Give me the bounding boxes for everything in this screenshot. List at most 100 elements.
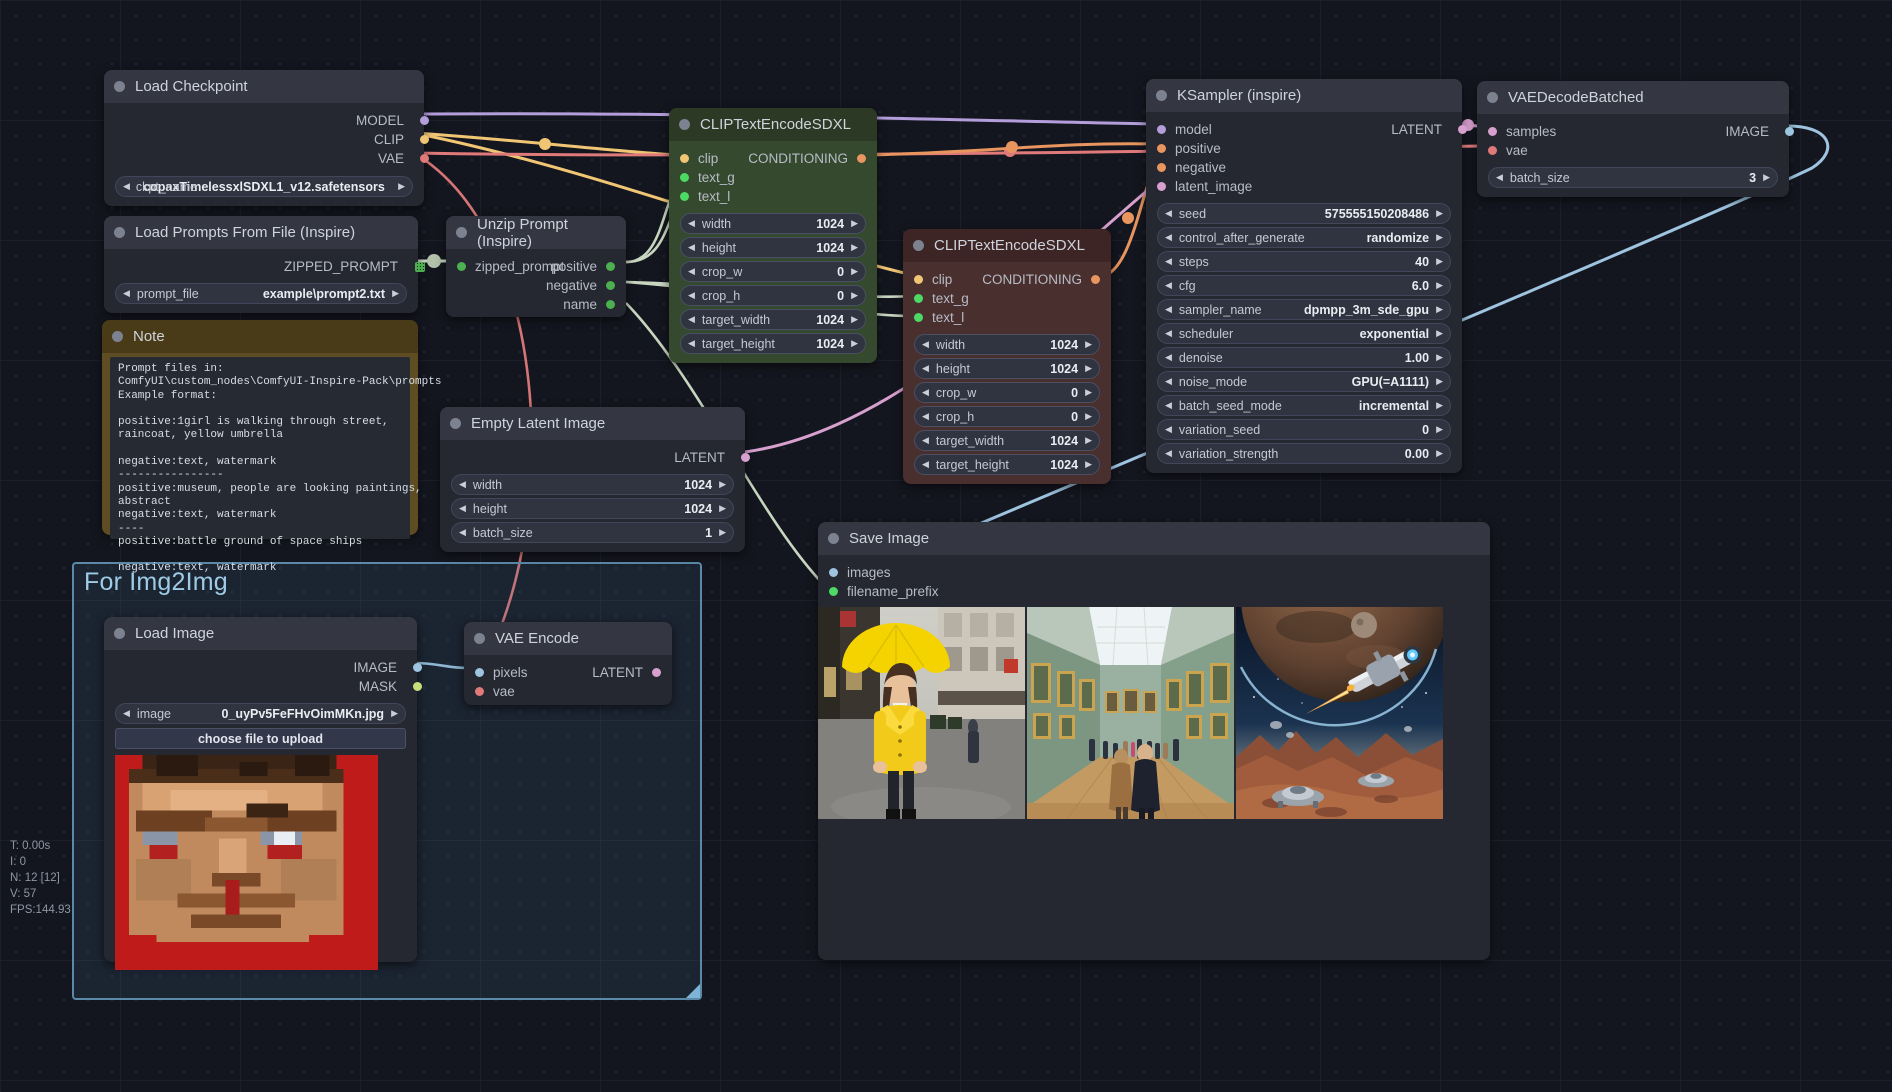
increment-arrow-icon[interactable]: ▶ <box>392 289 399 298</box>
decrement-arrow-icon[interactable]: ◀ <box>1165 377 1172 386</box>
widget-batch-size[interactable]: ◀ batch_size 3 ▶ <box>1488 167 1778 188</box>
decrement-arrow-icon[interactable]: ◀ <box>1165 329 1172 338</box>
decrement-arrow-icon[interactable]: ◀ <box>1165 449 1172 458</box>
widget-width[interactable]: ◀ width 1024 ▶ <box>680 213 866 234</box>
node-header[interactable]: CLIPTextEncodeSDXL <box>903 229 1111 262</box>
node-unzip-prompt[interactable]: Unzip Prompt (Inspire) zipped_prompt pos… <box>446 216 626 317</box>
increment-arrow-icon[interactable]: ▶ <box>391 709 398 718</box>
output-socket-conditioning[interactable] <box>857 154 866 163</box>
increment-arrow-icon[interactable]: ▶ <box>1763 173 1770 182</box>
output-socket-conditioning[interactable] <box>1091 275 1100 284</box>
node-save-image[interactable]: Save Image images filename_prefix <box>818 522 1490 960</box>
input-socket-text-g[interactable] <box>680 173 689 182</box>
widget-target-height[interactable]: ◀ target_height 1024 ▶ <box>680 333 866 354</box>
collapse-dot-icon[interactable] <box>1156 90 1167 101</box>
increment-arrow-icon[interactable]: ▶ <box>1436 257 1443 266</box>
input-socket-vae[interactable] <box>475 687 484 696</box>
output-socket-model[interactable] <box>420 116 429 125</box>
increment-arrow-icon[interactable]: ▶ <box>851 267 858 276</box>
increment-arrow-icon[interactable]: ▶ <box>851 243 858 252</box>
decrement-arrow-icon[interactable]: ◀ <box>922 388 929 397</box>
collapse-dot-icon[interactable] <box>828 533 839 544</box>
increment-arrow-icon[interactable]: ▶ <box>719 504 726 513</box>
node-clip-text-encode-sdxl-positive[interactable]: CLIPTextEncodeSDXL clip CONDITIONING tex… <box>669 108 877 363</box>
collapse-dot-icon[interactable] <box>114 81 125 92</box>
widget-variation-strength[interactable]: ◀ variation_strength 0.00 ▶ <box>1157 443 1451 464</box>
input-socket-filename-prefix[interactable] <box>829 587 838 596</box>
decrement-arrow-icon[interactable]: ◀ <box>922 340 929 349</box>
decrement-arrow-icon[interactable]: ◀ <box>123 709 130 718</box>
decrement-arrow-icon[interactable]: ◀ <box>1165 281 1172 290</box>
increment-arrow-icon[interactable]: ▶ <box>851 291 858 300</box>
image-preview-1[interactable] <box>818 607 1025 819</box>
widget-noise-mode[interactable]: ◀ noise_mode GPU(=A1111) ▶ <box>1157 371 1451 392</box>
increment-arrow-icon[interactable]: ▶ <box>1085 412 1092 421</box>
node-load-prompts-from-file[interactable]: Load Prompts From File (Inspire) ZIPPED_… <box>104 216 425 313</box>
increment-arrow-icon[interactable]: ▶ <box>719 528 726 537</box>
input-socket-zipped-prompt[interactable] <box>457 262 466 271</box>
note-textarea[interactable]: Prompt files in: ComfyUI\custom_nodes\Co… <box>110 357 441 574</box>
widget-height[interactable]: ◀ height 1024 ▶ <box>680 237 866 258</box>
node-load-image[interactable]: Load Image IMAGE MASK ◀ image 0_uyPv5FeF… <box>104 617 422 970</box>
node-header[interactable]: VAE Encode <box>464 622 672 655</box>
image-preview-3[interactable] <box>1236 607 1443 819</box>
collapse-dot-icon[interactable] <box>112 331 123 342</box>
increment-arrow-icon[interactable]: ▶ <box>719 480 726 489</box>
widget-batch-size[interactable]: ◀ batch_size 1 ▶ <box>451 522 734 543</box>
increment-arrow-icon[interactable]: ▶ <box>1436 329 1443 338</box>
node-header[interactable]: KSampler (inspire) <box>1146 79 1462 112</box>
collapse-dot-icon[interactable] <box>474 633 485 644</box>
node-header[interactable]: Load Image <box>104 617 417 650</box>
output-socket-vae[interactable] <box>420 154 429 163</box>
input-socket-model[interactable] <box>1157 125 1166 134</box>
widget-ckpt-name[interactable]: ◀ ckpt_name copaxTimelessxlSDXL1_v12.saf… <box>115 176 413 197</box>
collapse-dot-icon[interactable] <box>679 119 690 130</box>
input-socket-text-l[interactable] <box>914 313 923 322</box>
widget-prompt-file[interactable]: ◀ prompt_file example\prompt2.txt ▶ <box>115 283 407 304</box>
output-socket-clip[interactable] <box>420 135 429 144</box>
widget-crop-h[interactable]: ◀ crop_h 0 ▶ <box>680 285 866 306</box>
decrement-arrow-icon[interactable]: ◀ <box>922 412 929 421</box>
node-note[interactable]: Note Prompt files in: ComfyUI\custom_nod… <box>102 320 441 574</box>
decrement-arrow-icon[interactable]: ◀ <box>1165 209 1172 218</box>
widget-cfg[interactable]: ◀ cfg 6.0 ▶ <box>1157 275 1451 296</box>
widget-target-width[interactable]: ◀ target_width 1024 ▶ <box>680 309 866 330</box>
increment-arrow-icon[interactable]: ▶ <box>1436 281 1443 290</box>
decrement-arrow-icon[interactable]: ◀ <box>688 219 695 228</box>
widget-control-after-generate[interactable]: ◀ control_after_generate randomize ▶ <box>1157 227 1451 248</box>
input-socket-text-l[interactable] <box>680 192 689 201</box>
increment-arrow-icon[interactable]: ▶ <box>1085 436 1092 445</box>
node-header[interactable]: Save Image <box>818 522 1490 555</box>
node-header[interactable]: Note <box>102 320 418 353</box>
decrement-arrow-icon[interactable]: ◀ <box>123 289 130 298</box>
widget-seed[interactable]: ◀ seed 575555150208486 ▶ <box>1157 203 1451 224</box>
decrement-arrow-icon[interactable]: ◀ <box>922 460 929 469</box>
input-socket-images[interactable] <box>829 568 838 577</box>
input-socket-pixels[interactable] <box>475 668 484 677</box>
collapse-dot-icon[interactable] <box>114 227 125 238</box>
input-socket-vae[interactable] <box>1488 146 1497 155</box>
increment-arrow-icon[interactable]: ▶ <box>851 339 858 348</box>
decrement-arrow-icon[interactable]: ◀ <box>459 480 466 489</box>
increment-arrow-icon[interactable]: ▶ <box>1436 305 1443 314</box>
decrement-arrow-icon[interactable]: ◀ <box>459 528 466 537</box>
input-socket-clip[interactable] <box>680 154 689 163</box>
widget-width[interactable]: ◀ width 1024 ▶ <box>451 474 734 495</box>
widget-width[interactable]: ◀ width 1024 ▶ <box>914 334 1100 355</box>
node-ksampler-inspire[interactable]: KSampler (inspire) model LATENT positive… <box>1146 79 1467 473</box>
collapse-dot-icon[interactable] <box>114 628 125 639</box>
output-socket-mask[interactable] <box>413 682 422 691</box>
decrement-arrow-icon[interactable]: ◀ <box>1165 401 1172 410</box>
decrement-arrow-icon[interactable]: ◀ <box>1165 305 1172 314</box>
increment-arrow-icon[interactable]: ▶ <box>851 315 858 324</box>
node-vae-decode-batched[interactable]: VAEDecodeBatched samples IMAGE vae ◀ bat… <box>1477 81 1794 197</box>
decrement-arrow-icon[interactable]: ◀ <box>688 291 695 300</box>
node-header[interactable]: VAEDecodeBatched <box>1477 81 1789 114</box>
widget-crop-w[interactable]: ◀ crop_w 0 ▶ <box>680 261 866 282</box>
widget-batch-seed-mode[interactable]: ◀ batch_seed_mode incremental ▶ <box>1157 395 1451 416</box>
decrement-arrow-icon[interactable]: ◀ <box>688 243 695 252</box>
widget-crop-h[interactable]: ◀ crop_h 0 ▶ <box>914 406 1100 427</box>
collapse-dot-icon[interactable] <box>456 227 467 238</box>
decrement-arrow-icon[interactable]: ◀ <box>922 364 929 373</box>
decrement-arrow-icon[interactable]: ◀ <box>1165 233 1172 242</box>
